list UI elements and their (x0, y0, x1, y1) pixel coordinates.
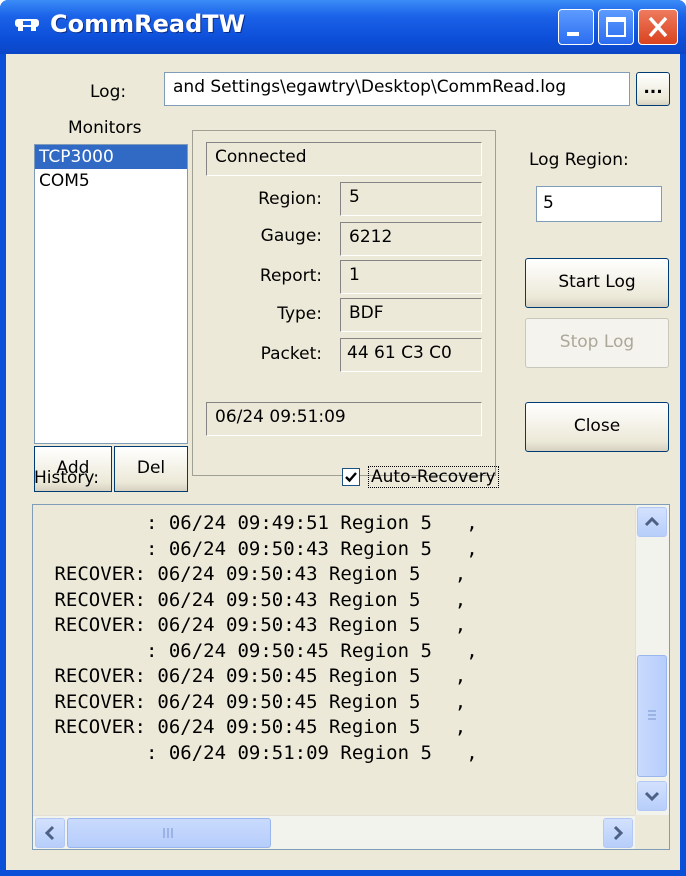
scroll-right-button[interactable] (603, 818, 633, 848)
minimize-icon (567, 32, 579, 36)
report-value: 1 (340, 260, 482, 294)
chevron-down-icon (644, 791, 660, 802)
scroll-left-button[interactable] (35, 818, 65, 848)
connection-status: Connected (206, 142, 482, 176)
history-log[interactable]: : 06/24 09:49:51 Region 5 , : 06/24 09:5… (32, 504, 670, 850)
maximize-icon (606, 17, 626, 37)
window-title: CommReadTW (50, 10, 246, 38)
packet-value: 44 61 C3 C0 (340, 338, 482, 372)
history-line: RECOVER: 06/24 09:50:45 Region 5 , (43, 665, 467, 687)
browse-log-button[interactable]: ... (636, 72, 670, 106)
horizontal-scrollbar[interactable] (33, 815, 637, 849)
start-log-button[interactable]: Start Log (525, 258, 669, 308)
history-label: History: (34, 468, 99, 488)
history-line: RECOVER: 06/24 09:50:43 Region 5 , (43, 563, 467, 585)
type-label: Type: (277, 304, 322, 324)
minimize-button[interactable] (558, 9, 594, 45)
vertical-scroll-thumb[interactable] (637, 655, 667, 777)
client-area: Log: and Settings\egawtry\Desktop\CommRe… (6, 54, 680, 870)
gauge-value: 6212 (340, 222, 482, 256)
log-region-label: Log Region: (529, 150, 629, 170)
history-line: : 06/24 09:49:51 Region 5 , (43, 512, 478, 534)
auto-recovery-label[interactable]: Auto-Recovery (368, 466, 499, 488)
auto-recovery-checkbox[interactable] (342, 468, 360, 486)
type-value: BDF (340, 298, 482, 332)
history-lines: : 06/24 09:49:51 Region 5 , : 06/24 09:5… (43, 511, 478, 766)
gauge-label: Gauge: (260, 226, 322, 246)
horizontal-scroll-thumb[interactable] (67, 818, 271, 848)
checkmark-icon (345, 472, 357, 483)
report-label: Report: (259, 266, 322, 286)
app-icon (15, 19, 39, 31)
list-item[interactable]: COM5 (35, 169, 187, 193)
close-icon (648, 16, 668, 38)
scroll-up-button[interactable] (637, 507, 667, 537)
monitors-list[interactable]: TCP3000 COM5 (34, 144, 188, 444)
close-button[interactable]: Close (525, 402, 669, 452)
chevron-right-icon (613, 825, 624, 841)
title-bar[interactable]: CommReadTW (0, 0, 686, 54)
history-line: RECOVER: 06/24 09:50:43 Region 5 , (43, 588, 467, 611)
log-region-input[interactable]: 5 (536, 186, 662, 222)
timestamp-readout: 06/24 09:51:09 (206, 402, 482, 436)
list-item[interactable]: TCP3000 (35, 145, 187, 169)
grip-icon (648, 710, 656, 720)
history-line: RECOVER: 06/24 09:50:45 Region 5 , (43, 716, 467, 738)
delete-monitor-button[interactable]: Del (114, 446, 188, 492)
history-line: : 06/24 09:50:45 Region 5 , (43, 639, 478, 662)
history-line: RECOVER: 06/24 09:50:45 Region 5 , (43, 690, 467, 713)
history-line: : 06/24 09:50:43 Region 5 , (43, 537, 478, 560)
region-label: Region: (258, 189, 322, 209)
stop-log-button[interactable]: Stop Log (525, 318, 669, 368)
packet-label: Packet: (260, 344, 322, 364)
chevron-left-icon (44, 825, 55, 841)
monitors-label: Monitors (68, 118, 142, 138)
app-window: CommReadTW Log: and Settings\egawtry\Des… (0, 0, 686, 876)
grip-icon (163, 828, 173, 838)
close-window-button[interactable] (638, 9, 678, 45)
chevron-up-icon (644, 516, 660, 527)
scroll-down-button[interactable] (637, 781, 667, 811)
region-value: 5 (340, 182, 482, 216)
scrollbar-corner (635, 815, 669, 849)
history-line: : 06/24 09:51:09 Region 5 , (43, 741, 478, 764)
vertical-scrollbar[interactable] (635, 505, 669, 815)
history-line: RECOVER: 06/24 09:50:43 Region 5 , (43, 614, 467, 636)
maximize-button[interactable] (598, 9, 634, 45)
log-path-field[interactable]: and Settings\egawtry\Desktop\CommRead.lo… (164, 72, 630, 106)
log-label: Log: (90, 82, 127, 102)
